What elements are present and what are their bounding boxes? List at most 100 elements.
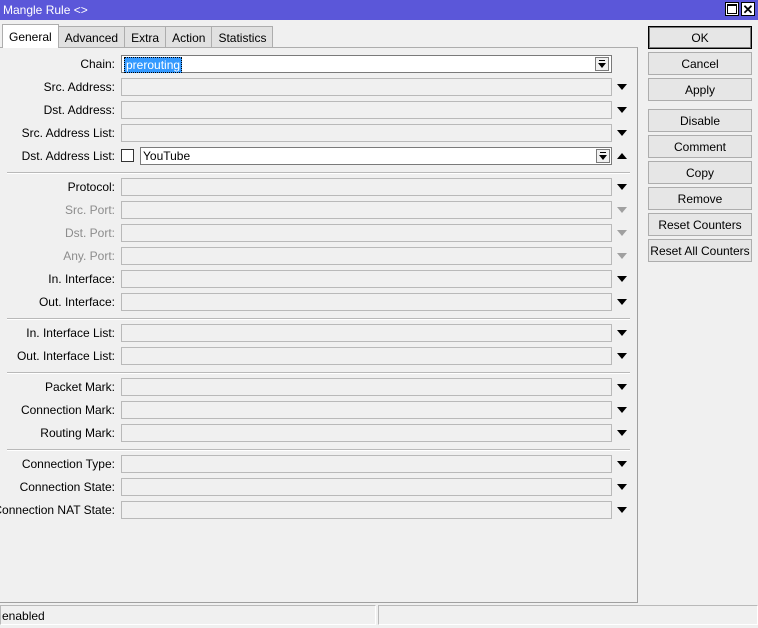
chain-row: Chain: prerouting: [0, 53, 636, 76]
status-cell-right: [378, 605, 758, 625]
connection-state-field[interactable]: [121, 478, 612, 496]
connection-nat-state-expand-icon[interactable]: [617, 507, 627, 513]
dst-address-expand-icon[interactable]: [617, 107, 627, 113]
connection-state-label: Connection State:: [19, 480, 115, 494]
in-interface-field[interactable]: [121, 270, 612, 288]
connection-type-row: Connection Type:: [0, 453, 636, 476]
dst-address-list-field[interactable]: YouTube: [140, 147, 612, 165]
connection-nat-state-row: Connection NAT State:: [0, 499, 636, 522]
connection-mark-field[interactable]: [121, 401, 612, 419]
dst-port-label: Dst. Port:: [64, 226, 115, 240]
in-interface-row: In. Interface:: [0, 268, 636, 291]
tab-general[interactable]: General: [2, 24, 59, 48]
src-address-expand-icon[interactable]: [617, 84, 627, 90]
connection-state-expand-icon[interactable]: [617, 484, 627, 490]
chain-dropdown-icon[interactable]: [595, 57, 609, 71]
title-bar: Mangle Rule <> ✕: [0, 0, 758, 20]
copy-button[interactable]: Copy: [648, 161, 752, 184]
connection-state-row: Connection State:: [0, 476, 636, 499]
out-interface-list-row: Out. Interface List:: [0, 345, 636, 368]
disable-button[interactable]: Disable: [648, 109, 752, 132]
protocol-row: Protocol:: [0, 176, 636, 199]
out-interface-list-field[interactable]: [121, 347, 612, 365]
packet-mark-label: Packet Mark:: [44, 380, 115, 394]
src-address-row: Src. Address:: [0, 76, 636, 99]
tab-strip: General Advanced Extra Action Statistics: [2, 24, 274, 48]
protocol-field[interactable]: [121, 178, 612, 196]
reset-all-counters-button[interactable]: Reset All Counters: [648, 239, 752, 262]
out-interface-row: Out. Interface:: [0, 291, 636, 314]
out-interface-list-expand-icon[interactable]: [617, 353, 627, 359]
connection-mark-expand-icon[interactable]: [617, 407, 627, 413]
close-icon[interactable]: ✕: [741, 2, 755, 16]
src-address-list-expand-icon[interactable]: [617, 130, 627, 136]
routing-mark-field[interactable]: [121, 424, 612, 442]
separator: [7, 372, 630, 374]
status-text: enabled: [2, 609, 45, 623]
connection-mark-row: Connection Mark:: [0, 399, 636, 422]
in-interface-list-row: In. Interface List:: [0, 322, 636, 345]
in-interface-list-field[interactable]: [121, 324, 612, 342]
connection-nat-state-label: Connection NAT State:: [0, 503, 115, 517]
routing-mark-expand-icon[interactable]: [617, 430, 627, 436]
connection-type-field[interactable]: [121, 455, 612, 473]
out-interface-list-label: Out. Interface List:: [16, 349, 115, 363]
general-panel: Chain: prerouting Src. Address: Dst. Add…: [0, 47, 638, 603]
remove-button[interactable]: Remove: [648, 187, 752, 210]
src-address-list-field[interactable]: [121, 124, 612, 142]
tab-advanced[interactable]: Advanced: [57, 26, 126, 48]
src-port-row: Src. Port:: [0, 199, 636, 222]
dst-address-list-dropdown-icon[interactable]: [596, 149, 610, 163]
connection-nat-state-field[interactable]: [121, 501, 612, 519]
cancel-button[interactable]: Cancel: [648, 52, 752, 75]
src-address-list-label: Src. Address List:: [21, 126, 115, 140]
packet-mark-expand-icon[interactable]: [617, 384, 627, 390]
separator: [7, 172, 630, 174]
protocol-label: Protocol:: [67, 180, 115, 194]
any-port-expand-icon: [617, 253, 627, 259]
in-interface-list-expand-icon[interactable]: [617, 330, 627, 336]
dst-address-row: Dst. Address:: [0, 99, 636, 122]
dst-port-row: Dst. Port:: [0, 222, 636, 245]
in-interface-list-label: In. Interface List:: [26, 326, 115, 340]
out-interface-field[interactable]: [121, 293, 612, 311]
any-port-label: Any. Port:: [63, 249, 115, 263]
ok-button[interactable]: OK: [648, 26, 752, 49]
connection-type-expand-icon[interactable]: [617, 461, 627, 467]
any-port-row: Any. Port:: [0, 245, 636, 268]
in-interface-expand-icon[interactable]: [617, 276, 627, 282]
dst-address-list-value: YouTube: [143, 149, 191, 163]
protocol-expand-icon[interactable]: [617, 184, 627, 190]
packet-mark-field[interactable]: [121, 378, 612, 396]
src-port-field: [121, 201, 612, 219]
window-title: Mangle Rule <>: [3, 3, 88, 17]
src-port-expand-icon: [617, 207, 627, 213]
tab-action[interactable]: Action: [165, 26, 213, 48]
packet-mark-row: Packet Mark:: [0, 376, 636, 399]
out-interface-label: Out. Interface:: [38, 295, 115, 309]
connection-type-label: Connection Type:: [21, 457, 115, 471]
routing-mark-row: Routing Mark:: [0, 422, 636, 445]
out-interface-expand-icon[interactable]: [617, 299, 627, 305]
any-port-field: [121, 247, 612, 265]
src-port-label: Src. Port:: [64, 203, 115, 217]
in-interface-label: In. Interface:: [48, 272, 115, 286]
comment-button[interactable]: Comment: [648, 135, 752, 158]
routing-mark-label: Routing Mark:: [40, 426, 115, 440]
tab-extra[interactable]: Extra: [124, 26, 167, 48]
tab-statistics[interactable]: Statistics: [211, 26, 274, 48]
chain-label: Chain:: [80, 57, 115, 71]
src-address-field[interactable]: [121, 78, 612, 96]
dst-port-field: [121, 224, 612, 242]
reset-counters-button[interactable]: Reset Counters: [648, 213, 752, 236]
dst-address-list-row: Dst. Address List: YouTube: [0, 145, 636, 168]
dst-address-list-collapse-icon[interactable]: [617, 153, 627, 159]
chain-field[interactable]: prerouting: [121, 55, 612, 73]
maximize-icon[interactable]: [725, 2, 739, 16]
chain-value: prerouting: [124, 57, 183, 73]
dst-address-list-negate-checkbox[interactable]: [121, 149, 134, 162]
src-address-label: Src. Address:: [43, 80, 115, 94]
dst-address-field[interactable]: [121, 101, 612, 119]
separator: [7, 318, 630, 320]
apply-button[interactable]: Apply: [648, 78, 752, 101]
